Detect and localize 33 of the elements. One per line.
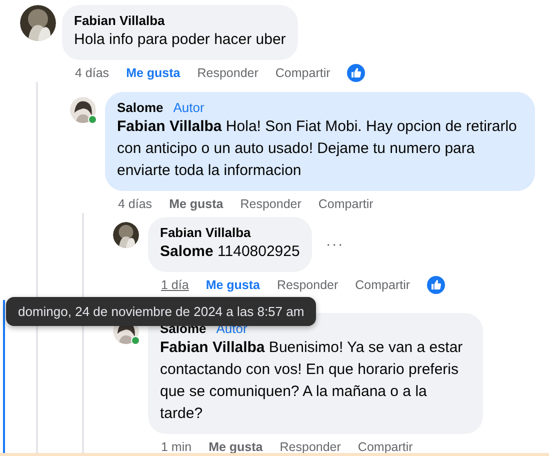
comment-text: Salome 1140802925 — [160, 242, 300, 262]
comment-time[interactable]: 1 día — [161, 278, 189, 292]
comment-text: Fabian Villalba Buenisimo! Ya se van a estar contactando con vos! En que horario preferis que se comuniquen? A la mañana o a la tarde? — [160, 338, 464, 424]
like-link[interactable]: Me gusta — [208, 440, 263, 454]
like-link[interactable]: Me gusta — [126, 66, 180, 80]
comment-time[interactable]: 4 días — [118, 197, 152, 211]
share-link[interactable]: Compartir — [318, 197, 374, 211]
author-name[interactable]: Fabian Villalba — [74, 13, 165, 28]
comment-text: Hola info para poder hacer uber — [74, 30, 286, 50]
avatar[interactable] — [70, 97, 96, 123]
avatar[interactable] — [113, 222, 139, 248]
comment-time[interactable]: 4 días — [75, 66, 110, 80]
author-label: Autor — [173, 100, 204, 115]
more-options[interactable]: ··· — [326, 236, 344, 253]
like-link[interactable]: Me gusta — [206, 278, 260, 292]
share-link[interactable]: Compartir — [275, 66, 330, 80]
thumbs-up-icon[interactable] — [427, 276, 446, 294]
comment-time[interactable]: 1 min — [161, 440, 192, 454]
comment-text: Fabian Villalba Hola! Son Fiat Mobi. Hay opcion de retirarlo con anticipo o un auto usado! Dejame tu numero para enviarte toda la informacion — [117, 117, 518, 181]
reply-link[interactable]: Responder — [280, 440, 341, 454]
thumbs-up-icon[interactable] — [347, 64, 366, 82]
online-dot — [88, 115, 97, 124]
date-tooltip: domingo, 24 de noviembre de 2024 a las 8:57 am — [6, 297, 316, 326]
reply-link[interactable]: Responder — [197, 66, 258, 80]
author-name[interactable]: Salome — [117, 100, 164, 115]
reply-link[interactable]: Responder — [240, 197, 302, 211]
share-link[interactable]: Compartir — [355, 278, 410, 292]
avatar[interactable] — [20, 5, 56, 41]
share-link[interactable]: Compartir — [358, 440, 413, 454]
online-dot — [131, 336, 140, 345]
like-link[interactable]: Me gusta — [169, 197, 224, 211]
reply-link[interactable]: Responder — [277, 278, 338, 292]
author-name[interactable]: Fabian Villalba — [160, 225, 251, 240]
